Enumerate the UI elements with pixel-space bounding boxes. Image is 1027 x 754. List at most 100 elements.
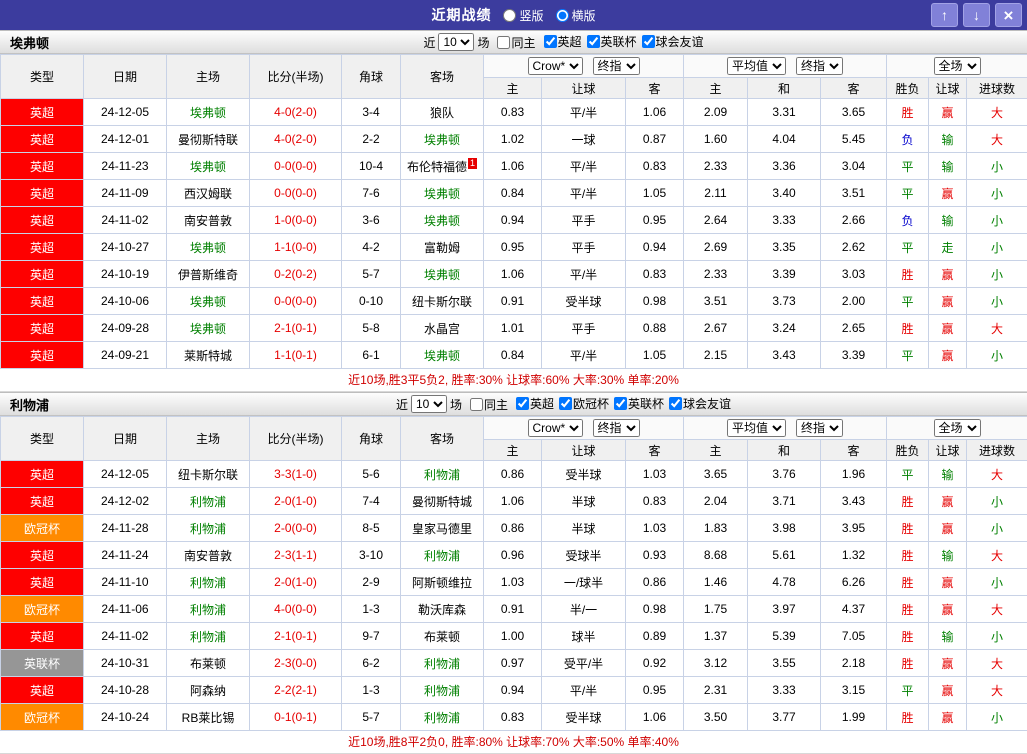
euro-period-select[interactable]: 终指 (796, 419, 843, 437)
goals-result-cell: 小 (967, 153, 1027, 180)
same-home-checkbox[interactable] (497, 36, 510, 49)
league-checkbox[interactable] (516, 397, 529, 410)
league-filter[interactable]: 欧冠杯 (554, 395, 609, 412)
handicap-line-cell: 受半球 (542, 704, 626, 731)
away-team-cell: 阿斯顿维拉 (401, 569, 484, 596)
asia-period-select[interactable]: 终指 (593, 419, 640, 437)
same-home-checkbox[interactable] (470, 398, 483, 411)
col-type: 类型 (1, 55, 84, 99)
scroll-up-button[interactable]: ↑ (931, 3, 958, 27)
layout-vertical-option[interactable]: 竖版 (503, 7, 543, 24)
handicap-line-cell: 平/半 (542, 261, 626, 288)
asia-away-odds-cell: 1.03 (626, 461, 684, 488)
league-filter[interactable]: 球会友谊 (637, 33, 704, 50)
league-checkbox[interactable] (587, 35, 600, 48)
euro-home-odds-cell: 1.83 (684, 515, 748, 542)
layout-horizontal-option[interactable]: 横版 (556, 7, 596, 24)
summary-line: 近10场,胜8平2负0, 胜率:80% 让球率:70% 大率:50% 单率:40… (0, 731, 1027, 754)
scope-select[interactable]: 全场 (934, 419, 981, 437)
same-home-label: 同主 (484, 396, 508, 413)
away-team-name: 富勒姆 (424, 241, 460, 255)
away-team-cell: 埃弗顿 (401, 261, 484, 288)
euro-home-odds-cell: 2.67 (684, 315, 748, 342)
asia-home-odds-cell: 0.91 (484, 596, 542, 623)
league-type-cell: 英超 (1, 542, 84, 569)
match-row: 英超24-11-02利物浦2-1(0-1)9-7布莱顿1.00球半0.891.3… (1, 623, 1027, 650)
away-team-name: 埃弗顿 (424, 214, 460, 228)
bookmaker-select[interactable]: Crow* (528, 57, 583, 75)
page-title: 近期战绩 (431, 5, 491, 25)
league-checkbox[interactable] (544, 35, 557, 48)
scroll-down-button[interactable]: ↓ (963, 3, 990, 27)
away-team-cell: 利物浦 (401, 704, 484, 731)
league-type-cell: 欧冠杯 (1, 596, 84, 623)
layout-vertical-radio[interactable] (503, 9, 516, 22)
asia-home-odds-cell: 0.95 (484, 234, 542, 261)
league-filter[interactable]: 英联杯 (582, 33, 637, 50)
league-checkbox[interactable] (614, 397, 627, 410)
col-euro-home: 主 (684, 440, 748, 461)
window-controls: ↑ ↓ × (931, 3, 1022, 27)
asia-away-odds-cell: 0.94 (626, 234, 684, 261)
same-home-filter[interactable]: 同主 (465, 396, 508, 413)
result-cell: 胜 (887, 315, 929, 342)
euro-home-odds-cell: 2.31 (684, 677, 748, 704)
handicap-result-cell: 赢 (929, 596, 967, 623)
bookmaker-select[interactable]: Crow* (528, 419, 583, 437)
league-filter[interactable]: 球会友谊 (664, 395, 731, 412)
goals-result-cell: 大 (967, 99, 1027, 126)
home-team-cell: 南安普敦 (167, 207, 250, 234)
score-cell: 0-0(0-0) (250, 288, 342, 315)
handicap-line-cell: 一/球半 (542, 569, 626, 596)
euro-home-odds-cell: 1.46 (684, 569, 748, 596)
col-goals: 进球数 (967, 440, 1027, 461)
league-checkbox[interactable] (642, 35, 655, 48)
handicap-line-cell: 平手 (542, 315, 626, 342)
league-checkbox[interactable] (559, 397, 572, 410)
league-label: 欧冠杯 (573, 395, 609, 412)
league-filter[interactable]: 英超 (511, 395, 554, 412)
away-team-cell: 富勒姆 (401, 234, 484, 261)
handicap-result-cell: 赢 (929, 342, 967, 369)
away-team-name: 利物浦 (424, 468, 460, 482)
same-home-filter[interactable]: 同主 (492, 34, 535, 51)
handicap-line-cell: 平手 (542, 234, 626, 261)
result-cell: 负 (887, 126, 929, 153)
euro-period-select[interactable]: 终指 (796, 57, 843, 75)
league-filter[interactable]: 英超 (539, 33, 582, 50)
away-team-cell: 利物浦 (401, 461, 484, 488)
handicap-line-cell: 受球半 (542, 542, 626, 569)
match-count-select[interactable]: 10 (411, 395, 447, 413)
asia-home-odds-cell: 0.84 (484, 342, 542, 369)
scope-select[interactable]: 全场 (934, 57, 981, 75)
asia-away-odds-cell: 0.88 (626, 315, 684, 342)
league-type-cell: 英超 (1, 677, 84, 704)
match-row: 英超24-09-28埃弗顿2-1(0-1)5-8水晶宫1.01平手0.882.6… (1, 315, 1027, 342)
away-team-name: 皇家马德里 (412, 522, 472, 536)
away-team-name: 埃弗顿 (424, 187, 460, 201)
asia-away-odds-cell: 0.98 (626, 288, 684, 315)
handicap-result-cell: 赢 (929, 288, 967, 315)
asia-period-select[interactable]: 终指 (593, 57, 640, 75)
result-cell: 平 (887, 461, 929, 488)
games-label: 场 (450, 396, 462, 413)
close-button[interactable]: × (995, 3, 1022, 27)
euro-away-odds-cell: 3.51 (821, 180, 887, 207)
away-team-name: 利物浦 (424, 711, 460, 725)
handicap-result-cell: 赢 (929, 650, 967, 677)
league-type-cell: 英超 (1, 488, 84, 515)
match-row: 欧冠杯24-11-28利物浦2-0(0-0)8-5皇家马德里0.86半球1.03… (1, 515, 1027, 542)
away-team-cell: 埃弗顿 (401, 342, 484, 369)
match-count-select[interactable]: 10 (438, 33, 474, 51)
layout-horizontal-radio[interactable] (556, 9, 569, 22)
league-label: 英超 (558, 33, 582, 50)
euro-source-select[interactable]: 平均值 (727, 57, 786, 75)
goals-result-cell: 小 (967, 515, 1027, 542)
score-cell: 2-1(0-1) (250, 315, 342, 342)
euro-source-select[interactable]: 平均值 (727, 419, 786, 437)
home-team-cell: 利物浦 (167, 488, 250, 515)
filters-bar: 近 10 场 同主 英超英联杯球会友谊 (50, 33, 1027, 51)
away-team-cell: 埃弗顿 (401, 126, 484, 153)
league-filter[interactable]: 英联杯 (609, 395, 664, 412)
league-checkbox[interactable] (669, 397, 682, 410)
